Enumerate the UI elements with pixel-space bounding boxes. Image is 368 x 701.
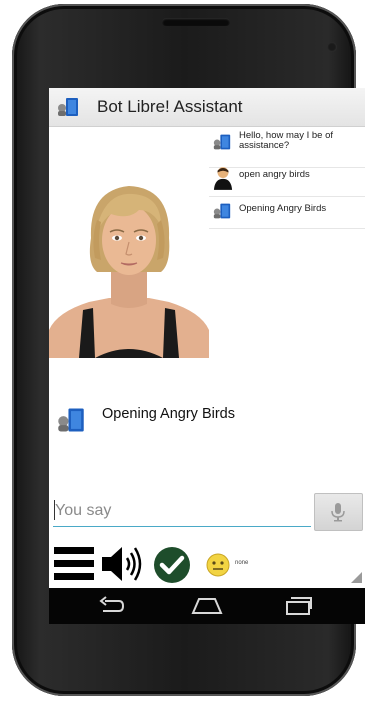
menu-icon[interactable] [54,546,94,582]
action-bar: Bot Libre! Assistant [49,88,365,127]
you-say-input[interactable] [53,496,311,527]
chat-log-item: open angry birds [209,164,365,197]
bot-libre-icon[interactable] [57,96,79,118]
back-icon[interactable] [97,596,125,616]
text-caret [54,500,55,520]
app-screen: Bot Libre! Assistant Hello, how may I be… [49,88,365,624]
emote-label: none [235,560,249,566]
chat-log-text: Opening Angry Birds [239,203,327,214]
chat-log-text: open angry birds [239,169,310,180]
home-icon[interactable] [191,597,223,615]
chat-log-text: Hello, how may I be of assistance? [239,130,333,151]
check-icon[interactable] [153,546,191,584]
bottom-toolbar: none [49,538,365,588]
app-title: Bot Libre! Assistant [97,97,243,116]
chat-log-item: Hello, how may I be of assistance? [209,129,365,168]
chat-log-item: Opening Angry Birds [209,198,365,229]
bot-libre-icon [213,134,231,150]
phone-camera [327,42,337,52]
system-nav-bar [49,588,365,624]
speaker-icon[interactable] [101,544,145,584]
microphone-button[interactable] [314,493,363,531]
microphone-icon [331,503,345,522]
user-icon [213,167,233,190]
emote-face-icon[interactable] [206,553,230,577]
bot-libre-icon [58,408,84,432]
bot-response-text: Opening Angry Birds [102,406,235,422]
bot-libre-icon [213,203,231,219]
phone-frame: Bot Libre! Assistant Hello, how may I be… [12,4,365,696]
avatar-woman-image [49,186,209,358]
resize-grip-icon [351,572,362,583]
phone-speaker-grille [162,18,230,26]
recent-apps-icon[interactable] [285,597,313,615]
